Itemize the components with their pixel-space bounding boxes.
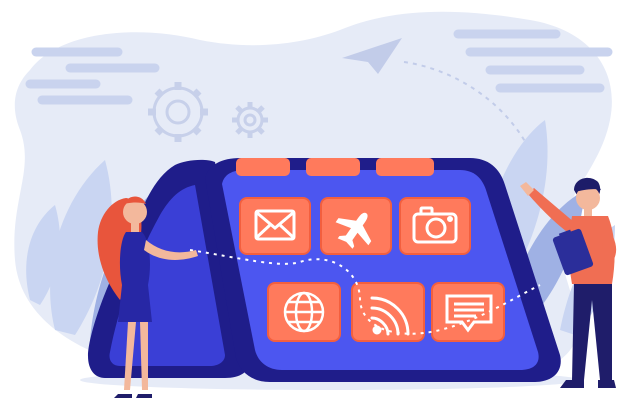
app-tile-chat[interactable] xyxy=(431,282,505,342)
app-tile-airplane[interactable] xyxy=(320,197,392,255)
app-tile-globe[interactable] xyxy=(267,282,341,342)
app-tile-mail[interactable] xyxy=(239,197,311,255)
partial-app-tiles xyxy=(236,158,434,176)
app-tile-camera[interactable] xyxy=(399,197,471,255)
foldable-phone-illustration xyxy=(14,11,617,398)
app-tile-wifi[interactable] xyxy=(351,282,425,342)
